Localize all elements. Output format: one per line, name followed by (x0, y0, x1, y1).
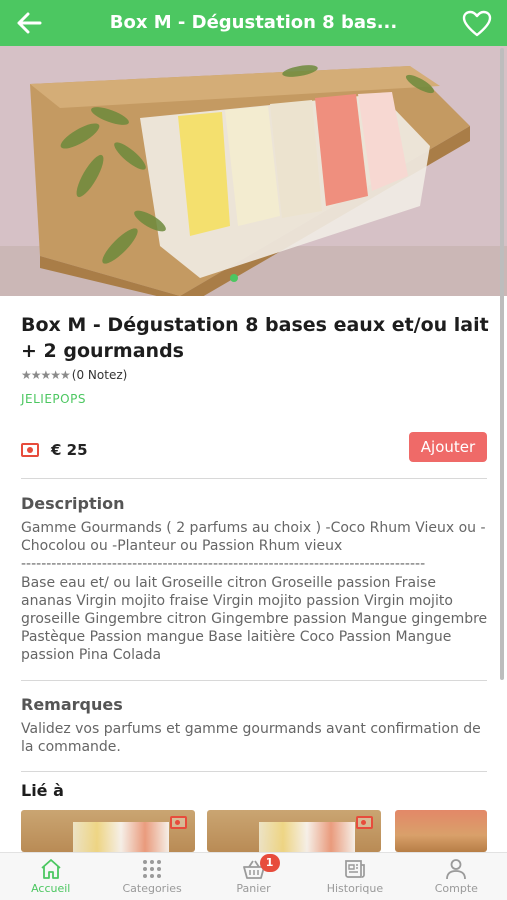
price-row: € 25 (21, 441, 88, 459)
description-heading: Description (21, 494, 125, 513)
nav-cart[interactable]: 1 Panier (203, 853, 304, 900)
newspaper-icon (345, 860, 365, 878)
heart-outline-icon (462, 10, 492, 36)
related-product-card[interactable] (21, 810, 195, 852)
product-photo (0, 46, 507, 296)
grid-icon (143, 860, 162, 878)
home-icon (41, 859, 61, 879)
price-tag-icon (170, 816, 187, 829)
nav-cart-label: Panier (236, 882, 271, 895)
divider (21, 478, 487, 479)
related-product-card[interactable] (207, 810, 381, 852)
cart-count-badge: 1 (259, 854, 280, 872)
rating-count: (0 Notez) (71, 368, 128, 382)
divider (21, 680, 487, 681)
related-product-image (259, 822, 355, 852)
nav-home-label: Accueil (31, 882, 71, 895)
rating[interactable]: ★★★★★ (0 Notez) (21, 368, 127, 382)
rating-stars-icon: ★★★★★ (21, 368, 71, 382)
description-text-bases: Base eau et/ ou lait Groseille citron Gr… (21, 575, 488, 663)
nav-categories-label: Categories (122, 882, 182, 895)
scrollbar[interactable] (500, 48, 504, 680)
nav-history-label: Historique (326, 882, 384, 895)
favorite-button[interactable] (461, 8, 493, 38)
remarks-text: Validez vos parfums et gamme gourmands a… (21, 721, 481, 755)
nav-home[interactable]: Accueil (0, 853, 101, 900)
add-to-cart-button[interactable]: Ajouter (409, 432, 487, 462)
price-tag-icon (21, 443, 39, 457)
carousel-indicator-dot[interactable] (230, 274, 238, 282)
top-app-bar: Box M - Dégustation 8 bas... (0, 0, 507, 46)
nav-account-label: Compte (434, 882, 478, 895)
divider (21, 771, 487, 772)
product-image-carousel[interactable] (0, 46, 507, 296)
product-title: Box M - Dégustation 8 bases eaux et/ou l… (21, 314, 489, 362)
related-heading: Lié à (21, 781, 64, 800)
price-tag-icon (356, 816, 373, 829)
description-text-gourmands: Gamme Gourmands ( 2 parfums au choix ) -… (21, 520, 486, 554)
related-product-image (73, 822, 169, 852)
user-icon (446, 859, 467, 880)
page-title: Box M - Dégustation 8 bas... (109, 12, 398, 33)
bottom-navigation: Accueil Categories 1 Panier Historique C… (0, 852, 507, 900)
nav-history[interactable]: Historique (304, 853, 405, 900)
remarks-heading: Remarques (21, 695, 123, 714)
related-product-card[interactable] (395, 810, 487, 852)
nav-categories[interactable]: Categories (101, 853, 202, 900)
brand-link[interactable]: JELIEPOPS (21, 392, 86, 406)
nav-account[interactable]: Compte (406, 853, 507, 900)
back-button[interactable] (14, 9, 44, 37)
arrow-left-icon (17, 12, 42, 34)
product-price: € 25 (51, 441, 88, 459)
description-dashes: ----------------------------------------… (21, 556, 426, 572)
